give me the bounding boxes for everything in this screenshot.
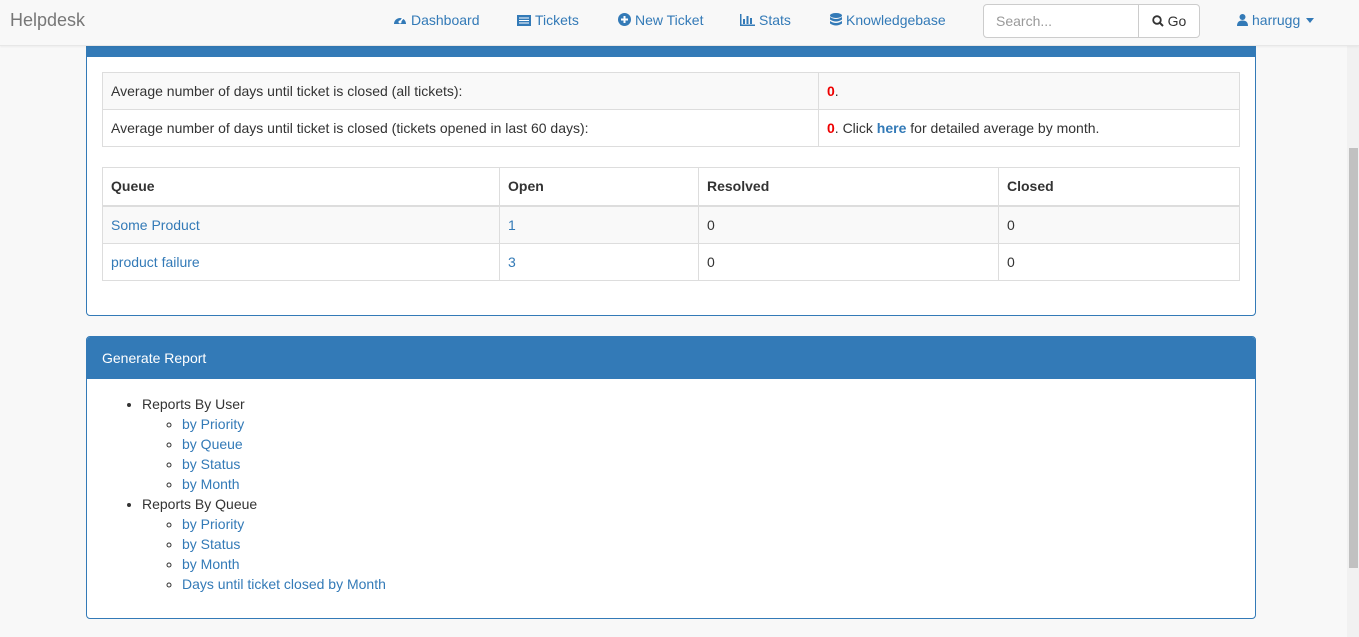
open-cell: 3: [499, 242, 699, 281]
user-menu[interactable]: harrugg: [1237, 12, 1315, 28]
stats-label: Average number of days until ticket is c…: [102, 109, 819, 147]
stats-value: 0. Click here for detailed average by mo…: [818, 109, 1240, 147]
reports-by-queue-label: Reports By Queue: [142, 496, 258, 512]
list-item: by Priority: [182, 414, 386, 434]
search-icon: [1152, 15, 1164, 27]
closed-cell: 0: [998, 242, 1240, 281]
nav-knowledgebase-label: Knowledgebase: [846, 12, 946, 28]
report-lists: Reports By User by Priority by Queue by …: [102, 394, 386, 594]
table-row: Average number of days until ticket is c…: [102, 109, 1240, 147]
bar-chart-icon: [740, 14, 755, 26]
dashboard-icon: [394, 17, 406, 24]
nav-dashboard[interactable]: Dashboard: [393, 12, 480, 28]
list-item: by Priority: [182, 514, 386, 534]
queue-cell: product failure: [102, 242, 500, 281]
nav-tickets[interactable]: Tickets: [517, 12, 579, 28]
column-header-queue: Queue: [102, 167, 500, 207]
panel-heading: Generate Report: [87, 337, 1255, 379]
list-item: by Month: [182, 554, 386, 574]
list-item: by Queue: [182, 434, 386, 454]
table-row: Average number of days until ticket is c…: [102, 72, 1240, 110]
open-cell: 1: [499, 205, 699, 244]
list-item: by Status: [182, 534, 386, 554]
nav-stats[interactable]: Stats: [740, 12, 791, 28]
report-link[interactable]: by Status: [182, 536, 240, 552]
nav-new-ticket[interactable]: New Ticket: [618, 12, 703, 28]
queue-table: Queue Open Resolved Closed Some Product …: [102, 167, 1240, 281]
caret-down-icon: [1306, 18, 1315, 23]
table-row: product failure 3 0 0: [102, 242, 1240, 281]
list-item: by Status: [182, 454, 386, 474]
go-button-label: Go: [1167, 13, 1187, 29]
avg-days-all: 0: [827, 83, 835, 99]
scrollbar-thumb[interactable]: [1349, 148, 1358, 568]
detailed-average-link[interactable]: here: [877, 120, 907, 136]
table-row: Some Product 1 0 0: [102, 205, 1240, 244]
queue-link[interactable]: Some Product: [111, 217, 200, 233]
table-header-row: Queue Open Resolved Closed: [102, 167, 1240, 207]
resolved-cell: 0: [698, 242, 999, 281]
tickets-icon: [517, 15, 531, 26]
stats-mid: . Click: [834, 120, 877, 136]
nav-dashboard-label: Dashboard: [411, 12, 480, 28]
avg-days-60: 0: [827, 120, 835, 136]
report-link[interactable]: by Month: [182, 556, 240, 572]
nav-knowledgebase[interactable]: Knowledgebase: [830, 12, 946, 28]
stats-suffix: .: [834, 83, 839, 99]
list-item: Reports By User by Priority by Queue by …: [142, 394, 386, 494]
resolved-cell: 0: [698, 205, 999, 244]
open-count-link[interactable]: 1: [508, 217, 516, 233]
reports-by-user-label: Reports By User: [142, 396, 245, 412]
database-icon: [830, 13, 842, 26]
nav-stats-label: Stats: [759, 12, 791, 28]
report-link[interactable]: by Queue: [182, 436, 243, 452]
nav-new-ticket-label: New Ticket: [635, 12, 704, 28]
navbar: Helpdesk Dashboard Tickets New Ticket St…: [0, 0, 1359, 46]
stats-label: Average number of days until ticket is c…: [102, 72, 819, 110]
search-input[interactable]: [983, 4, 1139, 38]
plus-circle-icon: [618, 13, 631, 26]
nav-tickets-label: Tickets: [535, 12, 579, 28]
report-link[interactable]: by Priority: [182, 516, 244, 532]
closed-cell: 0: [998, 205, 1240, 244]
column-header-open: Open: [499, 167, 699, 207]
stats-value: 0.: [818, 72, 1240, 110]
report-link[interactable]: Days until ticket closed by Month: [182, 576, 386, 592]
list-item: by Month: [182, 474, 386, 494]
user-name: harrugg: [1252, 12, 1301, 28]
stats-table: Average number of days until ticket is c…: [102, 72, 1240, 147]
brand-link[interactable]: Helpdesk: [10, 10, 85, 31]
queue-link[interactable]: product failure: [111, 254, 200, 270]
report-link[interactable]: by Status: [182, 456, 240, 472]
open-count-link[interactable]: 3: [508, 254, 516, 270]
column-header-closed: Closed: [998, 167, 1240, 207]
queue-cell: Some Product: [102, 205, 500, 244]
list-item: Days until ticket closed by Month: [182, 574, 386, 594]
go-button[interactable]: Go: [1138, 4, 1200, 38]
stats-suffix: for detailed average by month.: [906, 120, 1100, 136]
report-link[interactable]: by Priority: [182, 416, 244, 432]
column-header-resolved: Resolved: [698, 167, 999, 207]
list-item: Reports By Queue by Priority by Status b…: [142, 494, 386, 594]
user-icon: [1237, 14, 1248, 26]
report-link[interactable]: by Month: [182, 476, 240, 492]
